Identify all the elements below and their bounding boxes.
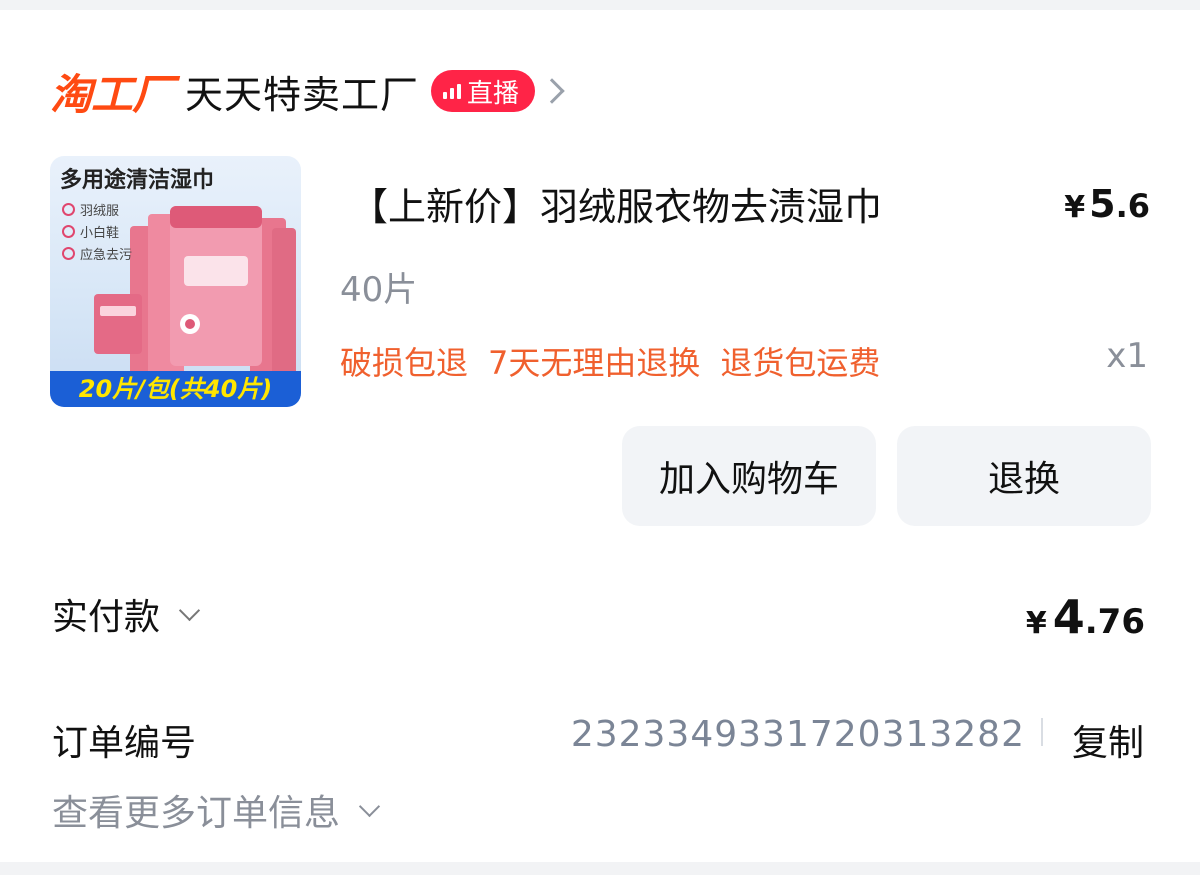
product-variant: 40片 — [340, 270, 418, 310]
check-circle-icon — [62, 225, 75, 238]
check-circle-icon — [62, 247, 75, 260]
image-footer: 20片/包(共40片) — [50, 371, 301, 407]
return-exchange-button[interactable]: 退换 — [897, 426, 1151, 526]
live-bars-icon — [443, 83, 462, 99]
chevron-down-icon — [358, 795, 381, 817]
service-tag: 破损包退 — [340, 344, 469, 382]
image-feature: 应急去污 — [62, 244, 132, 263]
order-number: 2323349331720313282 — [570, 714, 1025, 755]
unit-price: ¥5.6 — [1064, 182, 1150, 226]
quantity: x1 — [1106, 336, 1148, 376]
copy-button[interactable]: 复制 — [1072, 714, 1144, 766]
more-order-info-toggle[interactable]: 查看更多订单信息 — [52, 784, 381, 836]
image-feature: 小白鞋 — [62, 222, 119, 241]
chevron-down-icon — [178, 599, 201, 621]
check-circle-icon — [62, 203, 75, 216]
payment-label: 实付款 — [52, 597, 161, 638]
order-card: 淘工厂 天天特卖工厂 直播 多用途清洁湿巾 羽绒服 小白鞋 应急去污 20片/包… — [0, 10, 1200, 862]
order-number-label: 订单编号 — [52, 723, 197, 764]
more-order-info-label: 查看更多订单信息 — [52, 793, 341, 834]
product-image[interactable]: 多用途清洁湿巾 羽绒服 小白鞋 应急去污 20片/包(共40片) — [50, 156, 301, 407]
add-to-cart-button[interactable]: 加入购物车 — [622, 426, 876, 526]
product-title[interactable]: 【上新价】羽绒服衣物去渍湿巾 — [350, 176, 882, 231]
service-tag: 退货包运费 — [720, 344, 881, 382]
service-tag: 7天无理由退换 — [488, 344, 701, 382]
image-feature: 羽绒服 — [62, 200, 119, 219]
shop-header[interactable]: 淘工厂 天天特卖工厂 直播 — [50, 58, 565, 124]
shop-name[interactable]: 天天特卖工厂 — [185, 64, 419, 119]
image-title: 多用途清洁湿巾 — [60, 168, 215, 193]
live-label: 直播 — [467, 78, 520, 109]
divider — [1041, 718, 1043, 746]
paid-amount: ¥4.76 — [1025, 590, 1145, 644]
service-tags: 破损包退 7天无理由退换 退货包运费 — [340, 338, 880, 384]
chevron-right-icon[interactable] — [539, 78, 565, 104]
live-badge[interactable]: 直播 — [431, 70, 536, 112]
brand-logo: 淘工厂 — [50, 69, 174, 119]
payment-toggle[interactable]: 实付款 — [52, 588, 201, 640]
